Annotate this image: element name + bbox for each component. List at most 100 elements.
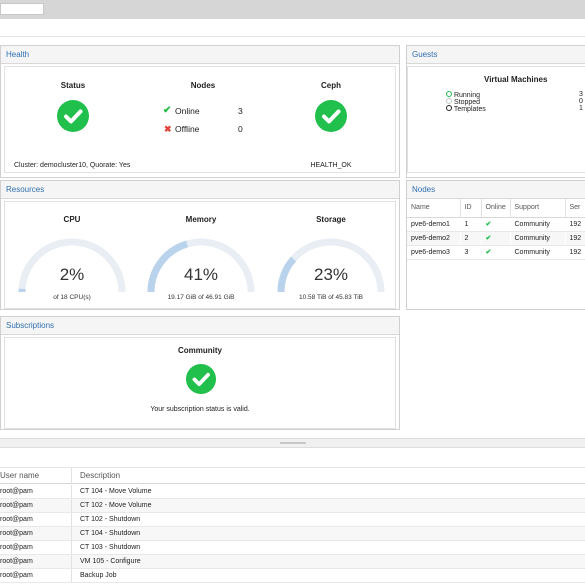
table-row[interactable]: root@pam CT 102 - Move Volume [0, 499, 585, 513]
stopped-status-icon [446, 98, 452, 104]
node-name: pve6-demo2 [407, 231, 460, 246]
top-toolbar [0, 0, 585, 19]
cpu-title: CPU [63, 215, 81, 224]
online-label: Online [175, 106, 200, 116]
resources-panel-title: Resources [1, 181, 399, 199]
offline-x-icon: ✖ [164, 124, 172, 134]
search-input[interactable] [0, 3, 44, 15]
status-title: Status [60, 81, 86, 90]
online-check-icon: ✔ [481, 245, 510, 260]
guests-panel-title: Guests [407, 46, 585, 64]
subscription-status-text: Your subscription status is valid. [150, 406, 250, 413]
table-row[interactable]: root@pam CT 102 - Shutdown [0, 513, 585, 527]
node-server: 192 [565, 217, 585, 232]
task-user: root@pam [0, 513, 72, 526]
task-description: CT 103 - Shutdown [80, 544, 141, 551]
running-status-icon [446, 91, 452, 97]
vm-title: Virtual Machines [484, 75, 548, 84]
nodes-table: Name ID Online Support Ser pve6-demo1 1 … [407, 199, 585, 260]
storage-sub: 10.58 TiB of 45.83 TiB [299, 294, 363, 301]
column-header[interactable]: Name [407, 199, 461, 218]
subscriptions-inner: Community Your subscription status is va… [4, 337, 396, 429]
node-server: 192 [565, 245, 585, 260]
node-id: 2 [460, 231, 481, 246]
nodes-panel: Nodes Name ID Online Support Ser pve6-de… [406, 180, 585, 310]
task-user: root@pam [0, 569, 72, 582]
table-row[interactable]: pve6-demo1 1 ✔ Community 192 [407, 217, 585, 232]
node-name: pve6-demo3 [407, 245, 460, 260]
table-row[interactable]: root@pam VM 105 - Configure [0, 555, 585, 569]
check-circle-icon [186, 364, 216, 394]
online-check-icon: ✔ [163, 105, 172, 116]
column-header[interactable]: Support [510, 199, 566, 218]
task-description: CT 104 - Shutdown [80, 530, 141, 537]
offline-label: Offline [175, 124, 200, 134]
tasks-header: User name Description [0, 467, 585, 484]
nodes-panel-title: Nodes [407, 181, 585, 199]
health-panel: Health Status Cluster: democluster10, Qu… [0, 45, 400, 178]
node-id: 3 [460, 245, 481, 260]
task-description: Backup Job [80, 572, 117, 579]
subscriptions-panel-title: Subscriptions [1, 317, 399, 335]
column-header[interactable]: ID [460, 199, 482, 218]
guests-inner: Virtual Machines Running 3 Stopped 0 Tem… [407, 66, 585, 173]
cluster-status-text: Cluster: democluster10, Quorate: Yes [14, 162, 131, 169]
online-count: 3 [238, 106, 243, 116]
node-support: Community [510, 217, 565, 232]
splitter-grip[interactable] [280, 442, 306, 444]
table-row[interactable]: root@pam CT 104 - Shutdown [0, 527, 585, 541]
offline-count: 0 [238, 124, 243, 134]
column-header[interactable]: User name [0, 468, 72, 483]
node-name: pve6-demo1 [407, 217, 460, 232]
sub-toolbar [0, 19, 585, 37]
online-check-icon: ✔ [481, 217, 510, 232]
node-server: 192 [565, 231, 585, 246]
tasks-panel: User name Description root@pam CT 104 - … [0, 448, 585, 585]
table-row[interactable]: root@pam Backup Job [0, 569, 585, 583]
task-user: root@pam [0, 555, 72, 568]
memory-value: 41% [183, 265, 219, 284]
check-circle-icon [57, 100, 89, 132]
memory-title: Memory [185, 215, 217, 224]
storage-value: 23% [313, 265, 349, 284]
template-icon [446, 105, 452, 111]
node-support: Community [510, 245, 565, 260]
health-inner: Status Cluster: democluster10, Quorate: … [4, 66, 396, 173]
task-description: CT 102 - Shutdown [80, 516, 141, 523]
task-description: VM 105 - Configure [80, 558, 141, 565]
resources-inner: CPU 2% of 18 CPU(s) Memory 41% 19.17 GiB… [4, 201, 396, 309]
online-check-icon: ✔ [481, 231, 510, 246]
resources-panel: Resources CPU 2% of 18 CPU(s) Memory 41%… [0, 180, 400, 310]
cpu-value: 2% [59, 265, 85, 284]
table-row[interactable]: root@pam CT 103 - Shutdown [0, 541, 585, 555]
table-row[interactable]: pve6-demo3 3 ✔ Community 192 [407, 245, 585, 260]
task-user: root@pam [0, 527, 72, 540]
subscriptions-panel: Subscriptions Community Your subscriptio… [0, 316, 400, 430]
table-row[interactable]: pve6-demo2 2 ✔ Community 192 [407, 231, 585, 246]
guest-count: 1 [579, 105, 583, 112]
ceph-status-text: HEALTH_OK [310, 162, 352, 169]
task-description: CT 102 - Move Volume [80, 502, 152, 509]
guests-panel: Guests Virtual Machines Running 3 Stoppe… [406, 45, 585, 178]
column-header[interactable]: Online [481, 199, 511, 218]
panel-splitter[interactable] [0, 438, 585, 448]
nodes-title: Nodes [190, 81, 216, 90]
task-user: root@pam [0, 541, 72, 554]
subscription-level: Community [178, 346, 222, 355]
storage-title: Storage [316, 215, 346, 224]
guest-row-templates[interactable]: Templates [446, 105, 486, 113]
guest-count: 0 [579, 98, 583, 105]
table-row[interactable]: root@pam CT 104 - Move Volume [0, 485, 585, 499]
column-header[interactable]: Description [80, 468, 120, 484]
ceph-title: Ceph [321, 81, 341, 90]
cpu-sub: of 18 CPU(s) [53, 294, 91, 301]
task-user: root@pam [0, 499, 72, 512]
check-circle-icon [315, 100, 347, 132]
task-user: root@pam [0, 485, 72, 498]
task-description: CT 104 - Move Volume [80, 488, 152, 495]
guest-count: 3 [579, 91, 583, 98]
memory-sub: 19.17 GiB of 46.91 GiB [167, 294, 235, 301]
node-id: 1 [460, 217, 481, 232]
column-header[interactable]: Ser [565, 199, 585, 218]
guest-label: Templates [453, 106, 486, 113]
